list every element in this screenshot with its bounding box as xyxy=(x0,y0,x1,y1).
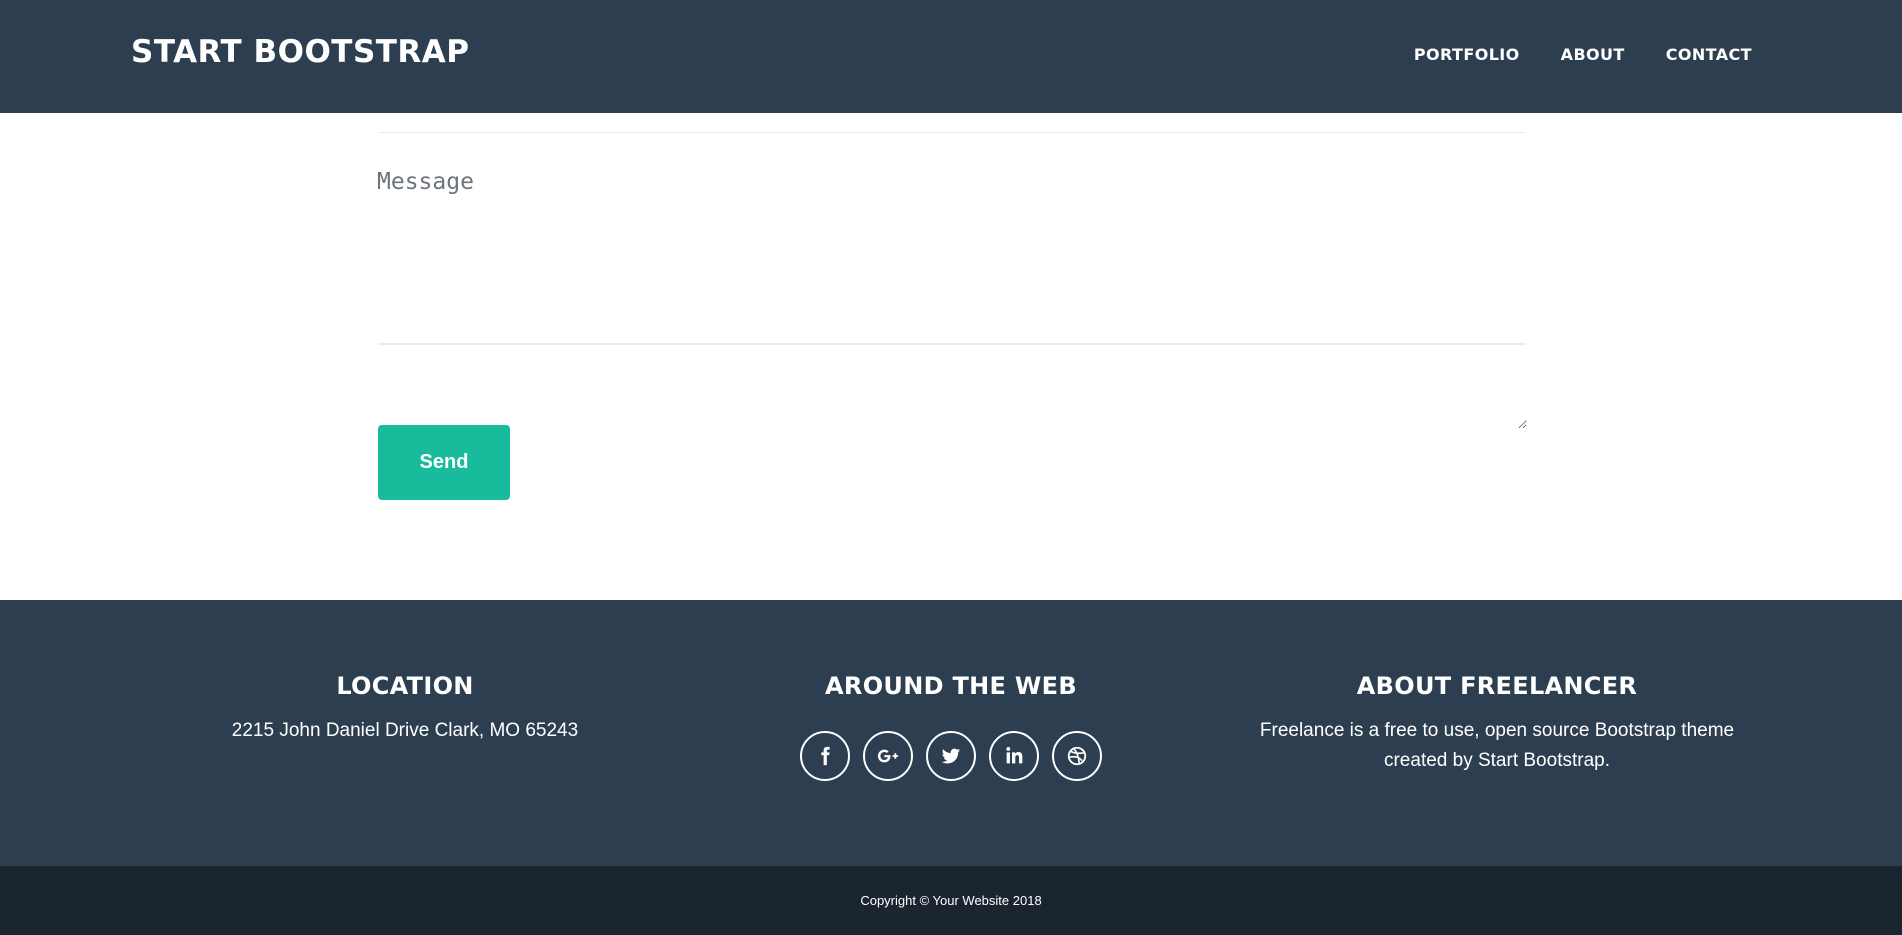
field-divider xyxy=(378,132,1526,133)
contact-section: Send xyxy=(0,113,1902,600)
footer-location: LOCATION 2215 John Daniel Drive Clark, M… xyxy=(155,672,655,746)
twitter-icon xyxy=(941,748,961,764)
nav-link-contact[interactable]: CONTACT xyxy=(1666,45,1752,64)
brand-logo-link[interactable]: START BOOTSTRAP xyxy=(131,34,470,70)
around-web-heading: AROUND THE WEB xyxy=(825,672,1077,700)
linkedin-link[interactable] xyxy=(989,731,1039,781)
nav-link-about[interactable]: ABOUT xyxy=(1561,45,1625,64)
twitter-link[interactable] xyxy=(926,731,976,781)
nav-links: PORTFOLIO ABOUT CONTACT xyxy=(1414,45,1752,64)
copyright-bar: Copyright © Your Website 2018 xyxy=(0,866,1902,935)
location-address: 2215 John Daniel Drive Clark, MO 65243 xyxy=(231,720,579,741)
footer: LOCATION 2215 John Daniel Drive Clark, M… xyxy=(0,600,1902,866)
send-button[interactable]: Send xyxy=(378,425,510,500)
google-plus-icon xyxy=(877,749,899,763)
about-heading: ABOUT FREELANCER xyxy=(1356,672,1638,700)
location-heading: LOCATION xyxy=(336,672,474,700)
dribbble-icon xyxy=(1067,746,1087,766)
facebook-icon xyxy=(821,746,830,766)
copyright-text: Copyright © Your Website 2018 xyxy=(860,893,1042,908)
facebook-link[interactable] xyxy=(800,731,850,781)
google-plus-link[interactable] xyxy=(863,731,913,781)
nav-link-portfolio[interactable]: PORTFOLIO xyxy=(1414,45,1520,64)
footer-around-web: AROUND THE WEB xyxy=(701,672,1201,781)
dribbble-link[interactable] xyxy=(1052,731,1102,781)
linkedin-icon xyxy=(1006,747,1023,764)
footer-about: ABOUT FREELANCER Freelance is a free to … xyxy=(1247,672,1747,776)
message-field[interactable] xyxy=(377,163,1527,429)
about-text: Freelance is a free to use, open source … xyxy=(1259,720,1735,771)
social-links xyxy=(701,731,1201,781)
navbar: START BOOTSTRAP PORTFOLIO ABOUT CONTACT xyxy=(0,0,1902,113)
message-divider xyxy=(378,343,1526,345)
